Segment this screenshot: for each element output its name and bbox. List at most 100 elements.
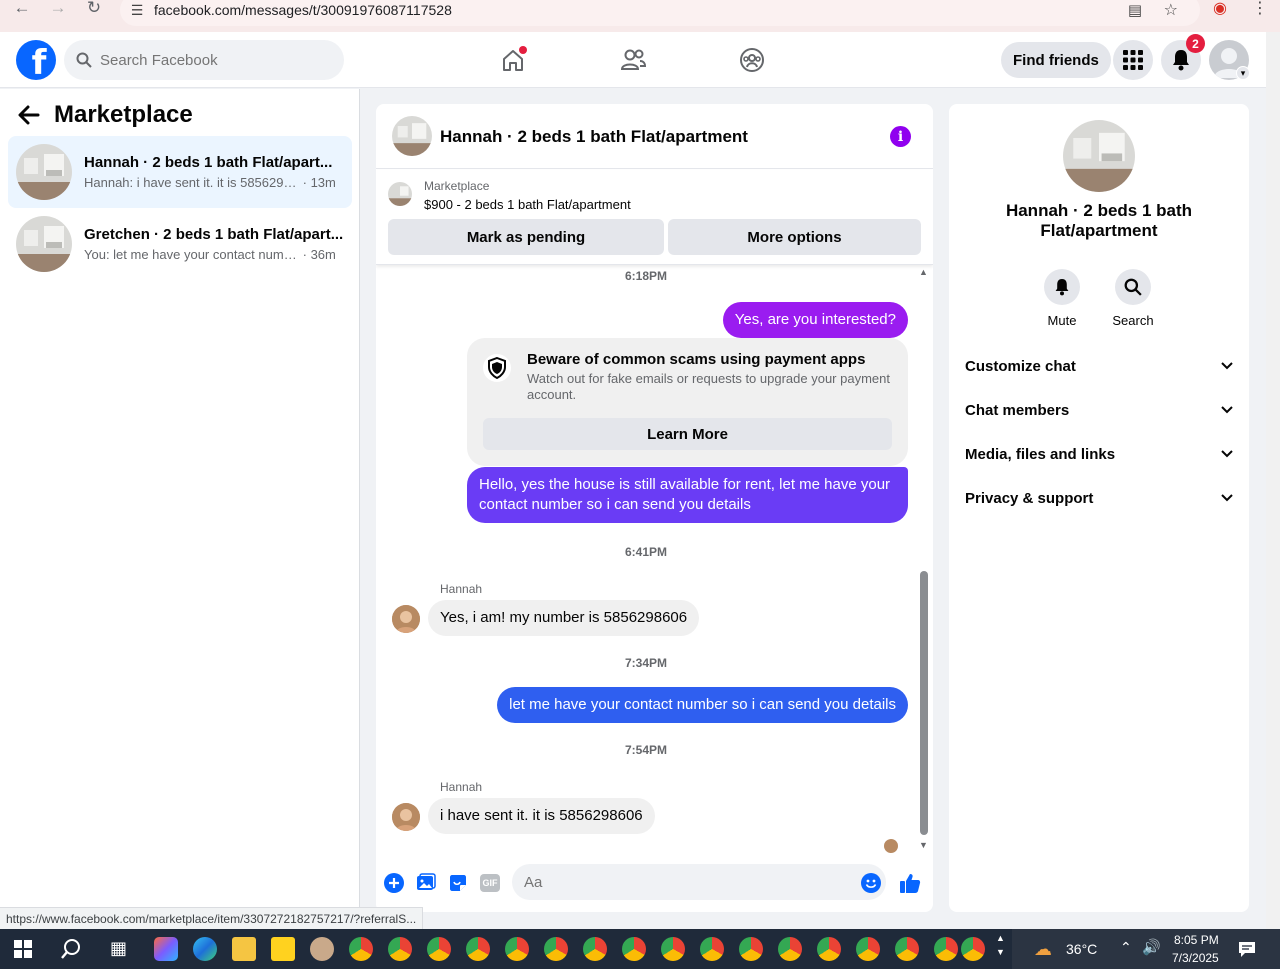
message-composer: GIF	[376, 861, 933, 905]
chrome-profile-icon[interactable]	[388, 937, 412, 961]
sent-message[interactable]: let me have your contact number so i can…	[497, 687, 908, 723]
chrome-profile-icon[interactable]	[544, 937, 568, 961]
friends-icon[interactable]	[613, 40, 653, 80]
sticker-icon[interactable]	[447, 872, 469, 894]
sent-message[interactable]: Hello, yes the house is still available …	[467, 467, 908, 523]
chat-members-section[interactable]: Chat members	[957, 388, 1241, 432]
volume-icon[interactable]: 🔊	[1142, 938, 1161, 956]
received-message[interactable]: i have sent it. it is 5856298606	[428, 798, 655, 834]
file-explorer-icon[interactable]	[232, 937, 256, 961]
thumbs-up-icon[interactable]	[899, 872, 921, 894]
scrollbar-thumb[interactable]	[920, 571, 928, 835]
search-in-chat-button[interactable]: Search	[1103, 269, 1163, 328]
chrome-profile-icon[interactable]	[661, 937, 685, 961]
hannah-avatar[interactable]	[392, 803, 420, 831]
chrome-profile-icon[interactable]	[895, 937, 919, 961]
chrome-profile-icon[interactable]	[583, 937, 607, 961]
chrome-profile-icon[interactable]	[778, 937, 802, 961]
message-list[interactable]: 6:18PM Yes, are you interested? Beware o…	[376, 266, 933, 856]
shield-icon	[483, 354, 511, 382]
details-title: Hannah · 2 beds 1 bath Flat/apartment	[1005, 201, 1193, 240]
browser-menu-icon[interactable]: ⋮	[1252, 0, 1268, 18]
url-text: facebook.com/messages/t/3009197608711752…	[154, 2, 452, 18]
conversation-item[interactable]: Gretchen · 2 beds 1 bath Flat/apart... Y…	[8, 208, 352, 280]
chrome-profile-icon[interactable]	[700, 937, 724, 961]
groups-icon[interactable]	[732, 40, 772, 80]
mark-as-pending-button[interactable]: Mark as pending	[388, 219, 664, 255]
chrome-profile-icon[interactable]	[961, 937, 985, 961]
chrome-profile-icon[interactable]	[466, 937, 490, 961]
facebook-logo-icon[interactable]: f	[16, 40, 56, 80]
find-friends-button[interactable]: Find friends	[1001, 42, 1111, 78]
chrome-profile-icon[interactable]	[856, 937, 880, 961]
conversation-item[interactable]: Hannah · 2 beds 1 bath Flat/apart... Han…	[8, 136, 352, 208]
windows-start-icon[interactable]	[14, 940, 32, 958]
chrome-profile-icon[interactable]	[817, 937, 841, 961]
listing-thumbnail[interactable]	[1063, 120, 1135, 192]
sent-message[interactable]: Yes, are you interested?	[722, 302, 908, 338]
chrome-profile-icon[interactable]	[739, 937, 763, 961]
install-app-icon[interactable]: ▤	[1128, 1, 1142, 19]
privacy-support-section[interactable]: Privacy & support	[957, 476, 1241, 520]
scam-warning-text: Watch out for fake emails or requests to…	[527, 371, 890, 402]
search-input[interactable]	[100, 51, 320, 69]
copilot-icon[interactable]	[154, 937, 178, 961]
info-icon[interactable]: i	[890, 126, 911, 147]
media-files-links-section[interactable]: Media, files and links	[957, 432, 1241, 476]
listing-thumbnail[interactable]	[388, 182, 412, 206]
home-icon[interactable]	[493, 40, 533, 80]
menu-grid-icon[interactable]	[1113, 40, 1153, 80]
taskbar-scroll-icon[interactable]: ▲ ▼	[996, 931, 1005, 959]
back-arrow-icon[interactable]: ←	[4, 0, 40, 24]
notifications-button[interactable]: 2	[1161, 34, 1205, 80]
profile-icon[interactable]: ◉	[1213, 0, 1227, 18]
plus-icon[interactable]	[383, 872, 405, 894]
chrome-profile-icon[interactable]	[427, 937, 451, 961]
chrome-profile-icon[interactable]	[934, 937, 958, 961]
hannah-avatar[interactable]	[392, 605, 420, 633]
message-input[interactable]	[512, 864, 886, 900]
page-scrollbar[interactable]	[1266, 32, 1280, 929]
emoji-icon[interactable]	[860, 872, 882, 894]
scroll-up-icon[interactable]: ▲	[919, 267, 928, 277]
reload-icon[interactable]: ↻	[76, 0, 112, 24]
sticky-notes-icon[interactable]	[271, 937, 295, 961]
scroll-down-icon[interactable]: ▼	[919, 840, 928, 850]
taskbar-search-icon[interactable]	[60, 938, 82, 960]
chrome-profile-icon[interactable]	[505, 937, 529, 961]
facebook-top-nav: f Find friends 2 ▾	[0, 32, 1266, 88]
task-view-icon[interactable]: ▦	[110, 938, 127, 959]
search-icon	[76, 52, 92, 68]
chrome-profile-icon[interactable]	[622, 937, 646, 961]
learn-more-button[interactable]: Learn More	[483, 418, 892, 450]
paint-icon[interactable]	[310, 937, 334, 961]
chevron-down-icon	[1221, 406, 1233, 414]
bookmark-star-icon[interactable]: ☆	[1164, 0, 1178, 20]
chrome-profile-icon[interactable]	[349, 937, 373, 961]
clock-date[interactable]: 7/3/2025	[1172, 951, 1219, 965]
tray-chevron-icon[interactable]: ⌃	[1120, 939, 1132, 956]
account-chevron-icon[interactable]: ▾	[1236, 66, 1250, 80]
back-arrow-icon[interactable]	[18, 105, 40, 125]
chat-scrollbar[interactable]: ▲ ▼	[917, 266, 931, 856]
listing-thumbnail[interactable]	[392, 116, 432, 156]
received-message[interactable]: Yes, i am! my number is 5856298606	[428, 600, 700, 636]
mute-button[interactable]: Mute	[1032, 269, 1092, 328]
forward-arrow-icon[interactable]: →	[40, 0, 76, 24]
notification-center-icon[interactable]	[1238, 940, 1256, 958]
site-settings-icon[interactable]: ☰	[120, 2, 154, 19]
customize-chat-section[interactable]: Customize chat	[957, 344, 1241, 388]
notification-badge: 2	[1186, 34, 1205, 53]
listing-price-title[interactable]: $900 - 2 beds 1 bath Flat/apartment	[424, 197, 631, 212]
bell-icon	[1055, 279, 1069, 296]
chat-title[interactable]: Hannah · 2 beds 1 bath Flat/apartment	[440, 127, 748, 147]
photo-icon[interactable]	[415, 872, 437, 894]
weather-icon[interactable]: ☁	[1034, 939, 1052, 960]
gif-icon[interactable]: GIF	[479, 872, 501, 894]
edge-icon[interactable]	[193, 937, 217, 961]
temperature[interactable]: 36°C	[1066, 941, 1097, 957]
address-bar[interactable]: ☰ facebook.com/messages/t/30091976087117…	[120, 0, 1200, 26]
clock-time[interactable]: 8:05 PM	[1174, 933, 1219, 947]
search-box[interactable]	[64, 40, 344, 80]
more-options-button[interactable]: More options	[668, 219, 921, 255]
